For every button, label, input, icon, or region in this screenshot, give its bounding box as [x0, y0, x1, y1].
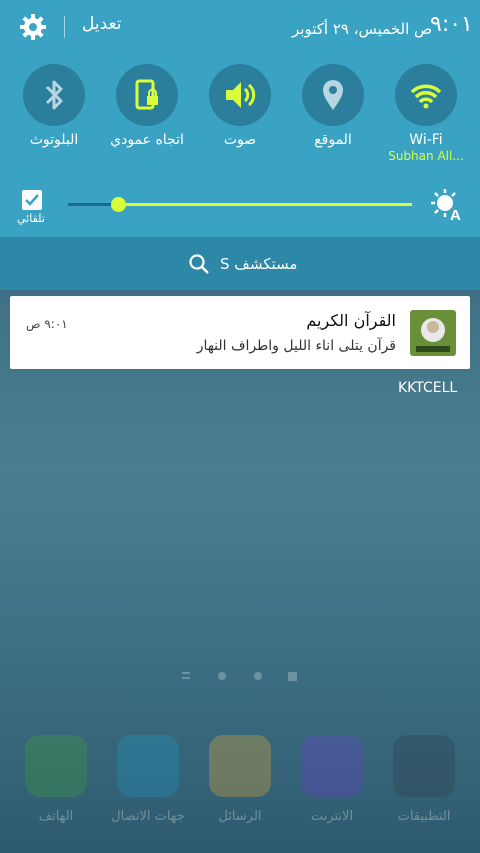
- dock-app-label: الهاتف: [38, 809, 74, 824]
- divider: [64, 16, 65, 38]
- tile-portrait[interactable]: اتجاه عمودي: [100, 64, 194, 174]
- location-icon: [323, 80, 343, 110]
- notification-time: ٩:٠١ ص: [26, 317, 68, 331]
- apps-icon: [393, 735, 455, 797]
- contacts-icon: [117, 735, 179, 797]
- svg-text:A: A: [450, 207, 461, 222]
- dock-app-label: الانترنت: [310, 809, 354, 824]
- tile-wifi[interactable]: Wi-Fi Subhan All...: [379, 64, 473, 174]
- dock-app-label: التطبيقات: [397, 809, 451, 824]
- edit-button[interactable]: تعديل: [82, 14, 121, 34]
- gear-icon[interactable]: [18, 12, 48, 42]
- tile-location[interactable]: الموقع: [286, 64, 380, 174]
- wifi-icon: [410, 84, 442, 109]
- app-icon-quran: [410, 310, 456, 356]
- tile-label: اتجاه عمودي: [110, 132, 184, 148]
- brightness-track[interactable]: [118, 203, 412, 206]
- tile-label: صوت: [223, 132, 257, 148]
- volume-icon: [226, 82, 256, 108]
- tile-label: الموقع: [314, 132, 352, 148]
- s-finder-label: مستكشف S: [220, 255, 298, 273]
- tile-portrait-button[interactable]: [116, 64, 178, 126]
- tile-bluetooth[interactable]: البلوتوث: [7, 64, 101, 174]
- dock-app-label: جهات الاتصال: [111, 809, 185, 824]
- auto-brightness-label: تلقائي: [17, 212, 45, 225]
- search-icon: [189, 254, 209, 274]
- auto-brightness-checkbox[interactable]: [22, 190, 42, 210]
- brightness-auto-icon: A: [431, 189, 461, 222]
- bluetooth-icon: [45, 80, 63, 110]
- notification-panel: ٩:٠١ ص الخميس، ٢٩ أكتوبر تعديل البلوتوث …: [0, 0, 480, 290]
- notification-text: قرآن يتلى اناء الليل واطراف النهار: [196, 338, 396, 354]
- notification-card[interactable]: القرآن الكريم قرآن يتلى اناء الليل واطرا…: [10, 296, 470, 369]
- tile-sound-button[interactable]: [209, 64, 271, 126]
- tile-location-button[interactable]: [302, 64, 364, 126]
- dock-app-label: الرسائل: [218, 809, 262, 824]
- portrait-lock-icon: [135, 79, 158, 110]
- brightness-slider-thumb[interactable]: [111, 197, 126, 212]
- notification-title: القرآن الكريم: [306, 311, 396, 330]
- dock-app-messages[interactable]: الرسائل: [194, 735, 286, 824]
- tile-bluetooth-button[interactable]: [23, 64, 85, 126]
- phone-icon: [25, 735, 87, 797]
- dock-app-internet[interactable]: الانترنت: [286, 735, 378, 824]
- status-row: ٩:٠١ ص الخميس، ٢٩ أكتوبر تعديل: [0, 0, 480, 55]
- dock-app-phone[interactable]: الهاتف: [10, 735, 102, 824]
- dock-app-contacts[interactable]: جهات الاتصال: [102, 735, 194, 824]
- page-indicator: [182, 672, 297, 681]
- date: ص الخميس، ٢٩ أكتوبر: [292, 20, 433, 38]
- check-icon: [25, 194, 39, 206]
- tile-label: Wi-Fi: [409, 132, 443, 148]
- clock: ٩:٠١: [430, 12, 473, 37]
- messages-icon: [209, 735, 271, 797]
- dock-app-apps[interactable]: التطبيقات: [378, 735, 470, 824]
- tile-wifi-button[interactable]: [395, 64, 457, 126]
- carrier-label: KKTCELL: [398, 380, 458, 396]
- internet-icon: [301, 735, 363, 797]
- s-finder-bar[interactable]: مستكشف S: [0, 237, 480, 290]
- tile-sound[interactable]: صوت: [193, 64, 287, 174]
- wifi-network-name: Subhan All...: [388, 149, 464, 163]
- dock: الهاتف جهات الاتصال الرسائل الانترنت الت…: [0, 735, 480, 845]
- tile-label: البلوتوث: [29, 132, 79, 148]
